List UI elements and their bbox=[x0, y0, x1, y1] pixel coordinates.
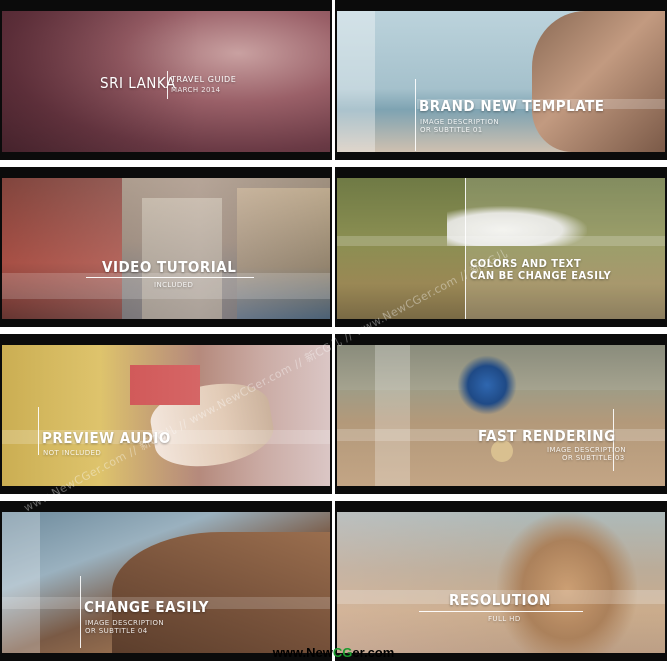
intro-side-title: TRAVEL GUIDE bbox=[171, 75, 237, 84]
scene-8: RESOLUTION FULL HD bbox=[337, 512, 665, 653]
tile2-sub1: IMAGE DESCRIPTION bbox=[420, 118, 500, 126]
footer-pre: www.New bbox=[272, 645, 333, 660]
tile-colors-and-text[interactable]: COLORS AND TEXT CAN BE CHANGE EASILY bbox=[335, 167, 667, 327]
side-panel bbox=[337, 11, 375, 152]
tile-fast-rendering[interactable]: FAST RENDERING IMAGE DESCRIPTION OR SUBT… bbox=[335, 334, 667, 494]
player bbox=[457, 355, 517, 415]
divider-line bbox=[167, 71, 168, 99]
tile3-sub1: INCLUDED bbox=[154, 281, 194, 289]
light-leak bbox=[2, 345, 330, 486]
tile8-sub1: FULL HD bbox=[488, 615, 521, 623]
site-footer[interactable]: www.NewCGer.com bbox=[0, 645, 667, 667]
tile-sri-lanka[interactable]: SRI LANKA TRAVEL GUIDE MARCH 2014 bbox=[0, 0, 332, 160]
cliff-rock bbox=[532, 11, 665, 152]
caption-line bbox=[415, 79, 416, 151]
scene-4: COLORS AND TEXT CAN BE CHANGE EASILY bbox=[337, 178, 665, 319]
tile-preview-audio[interactable]: PREVIEW AUDIO NOT INCLUDED bbox=[0, 334, 332, 494]
panel bbox=[465, 178, 665, 319]
tile2-title: BRAND NEW TEMPLATE bbox=[419, 97, 605, 115]
tile3-title: VIDEO TUTORIAL bbox=[102, 258, 237, 276]
underline bbox=[86, 277, 254, 278]
tile-video-tutorial[interactable]: VIDEO TUTORIAL INCLUDED bbox=[0, 167, 332, 327]
tile6-title: FAST RENDERING bbox=[478, 427, 616, 445]
side-panel bbox=[2, 512, 40, 653]
tile4-title-2: CAN BE CHANGE EASILY bbox=[470, 269, 612, 282]
light-leak bbox=[337, 512, 665, 653]
tile5-sub1: NOT INCLUDED bbox=[43, 449, 102, 457]
caption-line bbox=[80, 576, 81, 648]
intro-side-sub: MARCH 2014 bbox=[171, 86, 221, 94]
scene-7: CHANGE EASILY IMAGE DESCRIPTION OR SUBTI… bbox=[2, 512, 330, 653]
band bbox=[337, 236, 665, 246]
tile-brand-new-template[interactable]: BRAND NEW TEMPLATE IMAGE DESCRIPTION OR … bbox=[335, 0, 667, 160]
tile-change-easily[interactable]: CHANGE EASILY IMAGE DESCRIPTION OR SUBTI… bbox=[0, 501, 332, 661]
divider-line bbox=[465, 178, 466, 319]
preview-grid: SRI LANKA TRAVEL GUIDE MARCH 2014 BRAND … bbox=[0, 0, 667, 667]
footer-accent: CG bbox=[332, 645, 353, 660]
scene-1: SRI LANKA TRAVEL GUIDE MARCH 2014 bbox=[2, 11, 330, 152]
tile7-title: CHANGE EASILY bbox=[84, 598, 209, 616]
tile5-title: PREVIEW AUDIO bbox=[42, 429, 171, 447]
tile6-sub1: IMAGE DESCRIPTION bbox=[547, 446, 627, 454]
footer-post: er.com bbox=[352, 645, 395, 660]
underline bbox=[419, 611, 583, 612]
caption-line bbox=[38, 407, 39, 455]
tile7-sub1: IMAGE DESCRIPTION bbox=[85, 619, 165, 627]
tile2-sub2: OR SUBTITLE 01 bbox=[420, 126, 483, 134]
tile7-sub2: OR SUBTITLE 04 bbox=[85, 627, 148, 635]
tile-resolution[interactable]: RESOLUTION FULL HD bbox=[335, 501, 667, 661]
scene-6: FAST RENDERING IMAGE DESCRIPTION OR SUBT… bbox=[337, 345, 665, 486]
tile8-title: RESOLUTION bbox=[449, 591, 551, 609]
scene-5: PREVIEW AUDIO NOT INCLUDED bbox=[2, 345, 330, 486]
scene-3: VIDEO TUTORIAL INCLUDED bbox=[2, 178, 330, 319]
panel bbox=[375, 345, 410, 486]
tile6-sub2: OR SUBTITLE 03 bbox=[562, 454, 625, 462]
intro-title: SRI LANKA bbox=[100, 74, 176, 92]
scene-2: BRAND NEW TEMPLATE IMAGE DESCRIPTION OR … bbox=[337, 11, 665, 152]
